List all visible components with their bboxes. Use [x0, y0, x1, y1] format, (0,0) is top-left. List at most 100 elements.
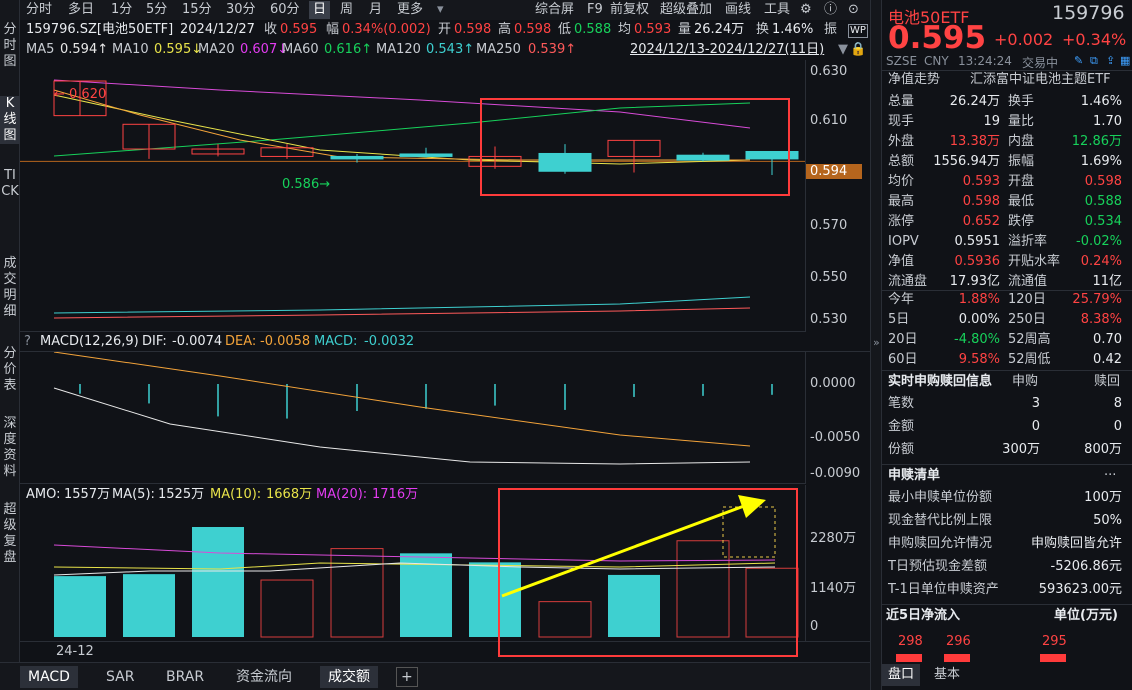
stat-label: 内盘	[1008, 134, 1035, 149]
volume-label: 量	[678, 22, 692, 37]
period-30min[interactable]: 30分	[226, 1, 256, 19]
nav-trend-label[interactable]: 净值走势	[888, 70, 940, 90]
kline-chart[interactable]: ← 0.620 0.586→	[20, 60, 805, 332]
tab-sar[interactable]: SAR	[98, 666, 142, 688]
tab-macd[interactable]: MACD	[20, 666, 78, 688]
stat-row: 总额 1556.94万 振幅 1.69%	[882, 152, 1132, 172]
candle-body	[538, 152, 592, 172]
high-label: 高	[498, 22, 512, 37]
amo-ma20-label: MA(20):	[316, 487, 368, 502]
tab-turnover[interactable]: 成交额	[320, 666, 378, 688]
period-60min[interactable]: 60分	[270, 1, 300, 19]
turnover-label: 换	[756, 22, 770, 37]
perf-label: 今年	[888, 292, 915, 307]
axis-tick: -0.0090	[810, 466, 861, 481]
period-fenshi[interactable]: 分时	[26, 1, 52, 19]
vtab-trade-detail[interactable]: 成交明细	[0, 256, 20, 320]
super-overlay-button[interactable]: 超级叠加	[660, 1, 712, 19]
vtab-kline[interactable]: K线图	[0, 96, 20, 144]
high-value: 0.598	[514, 22, 552, 37]
share-icon[interactable]: ⇪	[1106, 54, 1115, 67]
panel-divider[interactable]: »	[870, 0, 882, 690]
change-label: 幅	[326, 22, 340, 37]
perf-label: 20日	[888, 332, 918, 347]
amo-bar	[676, 540, 730, 638]
ma250-line	[53, 307, 751, 319]
axis-tick: 0.0000	[810, 376, 856, 391]
amo-chart[interactable]	[20, 505, 805, 640]
macd-help-icon[interactable]: ?	[24, 333, 31, 351]
candle-body	[676, 154, 730, 161]
tab-order-book[interactable]: 盘口	[882, 664, 921, 686]
expand-icon[interactable]: ▦	[1120, 54, 1130, 67]
settings-icon[interactable]: ⊙	[848, 1, 859, 19]
indicator-tabs: MACD SAR BRAR 资金流向 成交额 +	[0, 662, 870, 690]
vtab-tick[interactable]: TICK	[0, 168, 20, 200]
tab-basics[interactable]: 基本	[928, 664, 966, 686]
amo-ma5-value: 1525万	[158, 487, 205, 502]
period-15min[interactable]: 15分	[182, 1, 212, 19]
dif-line	[53, 387, 751, 465]
period-more[interactable]: 更多	[397, 1, 423, 19]
high-marker-label: ← 0.620	[54, 87, 106, 102]
period-5min[interactable]: 5分	[146, 1, 167, 19]
amo-header: AMO: 1557万 MA(5): 1525万 MA(10): 1668万 MA…	[20, 485, 805, 505]
edit-icon[interactable]: ✎	[1074, 54, 1083, 67]
help-icon[interactable]: ⓘ	[824, 1, 837, 19]
tab-capital-flow[interactable]: 资金流向	[228, 666, 300, 688]
amo-bar	[54, 576, 106, 637]
vtab-price-table[interactable]: 分价表	[0, 346, 20, 394]
amo-ma10-value: 1668万	[266, 487, 313, 502]
volume-value: 26.24万	[694, 22, 745, 37]
amo-bar	[123, 574, 175, 637]
sub-row: 笔数 3 8	[882, 394, 1132, 414]
list-more-icon[interactable]: ···	[1104, 466, 1116, 486]
ma120-label: MA120	[376, 42, 421, 57]
f9-button[interactable]: F9	[587, 1, 603, 19]
amplitude-label: 振	[824, 22, 838, 37]
tools-button[interactable]: 工具	[764, 1, 790, 19]
period-1min[interactable]: 1分	[111, 1, 132, 19]
tab-brar[interactable]: BRAR	[158, 666, 212, 688]
collapse-icon[interactable]: »	[873, 336, 880, 349]
draw-line-button[interactable]: 画线	[725, 1, 751, 19]
vtab-minute-chart[interactable]: 分时图	[0, 22, 20, 70]
lock-icon[interactable]: 🔒	[850, 41, 866, 59]
period-multiday[interactable]: 多日	[68, 1, 94, 19]
period-month[interactable]: 月	[369, 1, 382, 19]
forward-adjust-button[interactable]: 前复权	[610, 1, 649, 19]
copy-icon[interactable]: ⧉	[1090, 54, 1098, 68]
vtab-super-replay[interactable]: 超级复盘	[0, 502, 20, 566]
flow-value: 296	[946, 634, 971, 649]
sub-label: 笔数	[888, 396, 915, 411]
avg-label: 均	[618, 22, 632, 37]
macd-chart[interactable]	[20, 351, 805, 484]
perf-value: 0.42	[1093, 352, 1122, 367]
add-tab-button[interactable]: +	[396, 667, 418, 687]
list-row: 现金替代比例上限 50%	[882, 511, 1132, 531]
gear-icon[interactable]: ⚙	[800, 1, 812, 19]
ma60-line	[53, 102, 751, 157]
period-week[interactable]: 周	[340, 1, 353, 19]
security-code: 159796.SZ[电池50ETF]	[26, 22, 174, 37]
stat-value: 0.652	[962, 214, 1000, 229]
amo-ma5-label: MA(5):	[112, 487, 155, 502]
dif-value: -0.0074	[172, 334, 223, 349]
stat-value: 17.93亿	[949, 274, 1000, 289]
composite-screen-button[interactable]: 综合屏	[535, 1, 574, 19]
price-change-pct: +0.34%	[1062, 30, 1127, 49]
sub-value: 300万	[1002, 442, 1040, 457]
sub-value: 800万	[1084, 442, 1122, 457]
stat-value: 26.24万	[949, 94, 1000, 109]
stat-row: 外盘 13.38万 内盘 12.86万	[882, 132, 1132, 152]
date-range[interactable]: 2024/12/13-2024/12/27(11日)	[630, 41, 824, 59]
vtab-depth-info[interactable]: 深度资料	[0, 416, 20, 480]
amo-title: AMO:	[26, 487, 61, 502]
stat-value: 13.38万	[949, 134, 1000, 149]
period-day[interactable]: 日	[309, 1, 331, 19]
range-dropdown-icon[interactable]: ▼	[838, 41, 848, 59]
wp-icon[interactable]: WP	[848, 24, 868, 38]
flow-title: 近5日净流入	[886, 608, 961, 623]
more-chevron-icon[interactable]: ▾	[437, 1, 444, 19]
list-header-row: 申赎清单 ···	[882, 466, 1132, 486]
